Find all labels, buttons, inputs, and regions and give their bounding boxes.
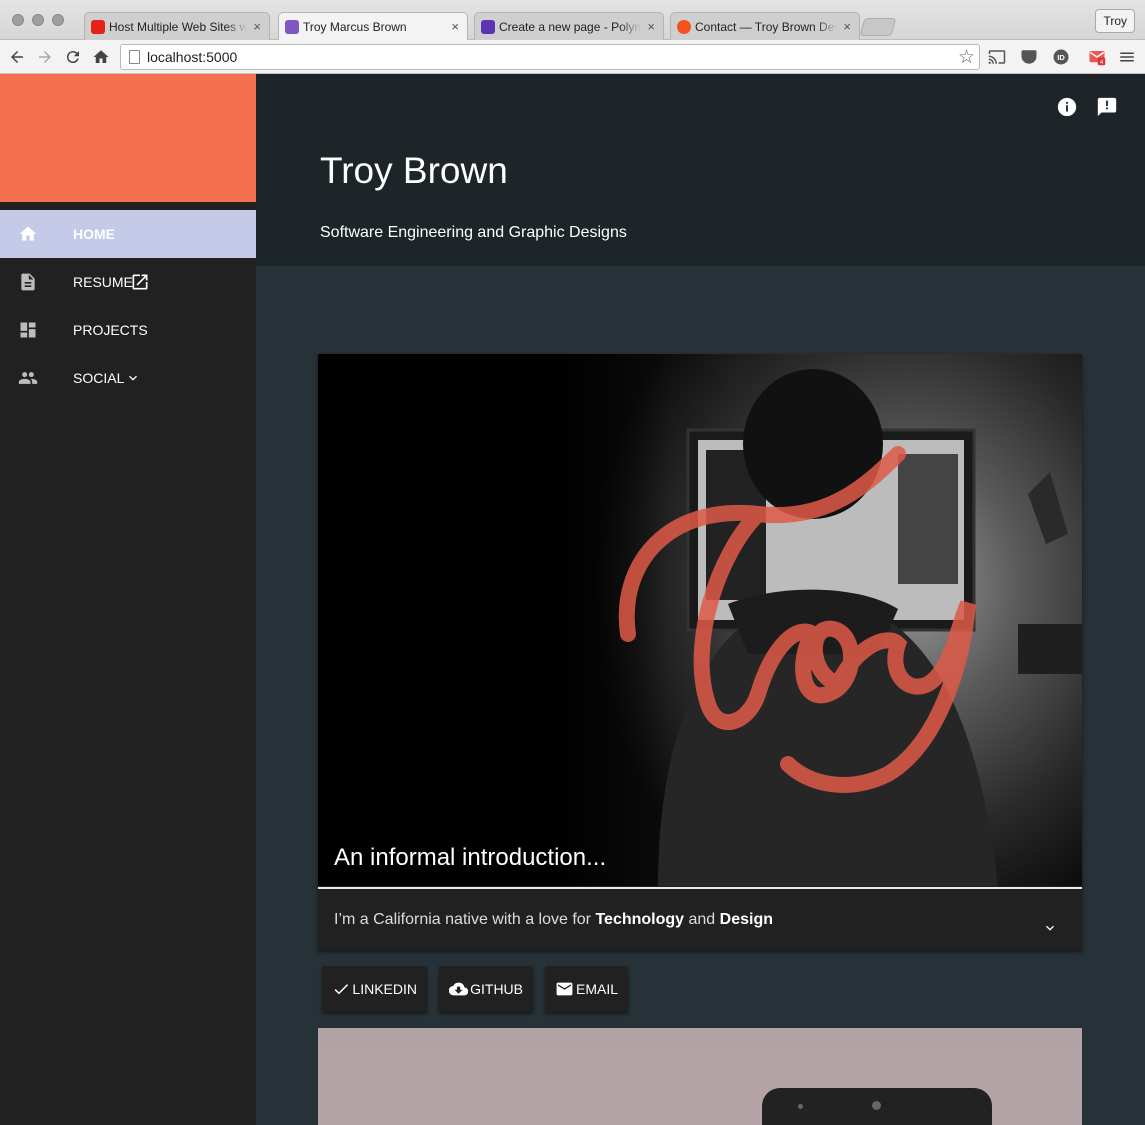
chevron-down-icon <box>129 375 137 381</box>
nav-label: PROJECTS <box>73 322 148 338</box>
profile-button[interactable]: Troy <box>1095 9 1135 33</box>
close-tab-icon[interactable]: × <box>253 19 261 34</box>
polymer-favicon-icon <box>481 19 495 34</box>
button-label: GITHUB <box>470 981 523 997</box>
open-in-new-icon <box>132 274 148 290</box>
drawer-banner <box>0 74 256 202</box>
browser-tab-active[interactable]: Troy Marcus Brown × <box>278 12 468 40</box>
intro-card: An informal introduction... I’m a Califo… <box>318 354 1082 950</box>
page-icon <box>129 50 140 64</box>
navigation-drawer: HOME RESUME PROJECTS SOCIAL <box>0 74 256 1125</box>
divider <box>318 887 1082 889</box>
youtube-favicon-icon <box>91 19 105 34</box>
home-icon <box>19 226 37 241</box>
nav-label: SOCIAL <box>73 370 125 386</box>
tab-title: Host Multiple Web Sites with <box>109 19 248 34</box>
tab-title: Create a new page - Polymer <box>499 19 642 34</box>
browser-tab[interactable]: Create a new page - Polymer × <box>474 12 664 40</box>
expand-more-icon[interactable] <box>1042 920 1058 936</box>
gmail-icon[interactable]: 4 <box>1086 48 1108 66</box>
nav-item-projects[interactable]: PROJECTS <box>0 306 256 354</box>
button-label: LINKEDIN <box>352 981 417 997</box>
nav-item-resume[interactable]: RESUME <box>0 258 256 306</box>
site-favicon-icon <box>677 19 691 34</box>
intro-text-prefix: I’m a California native with a love for <box>334 911 596 928</box>
button-label: EMAIL <box>575 981 618 997</box>
minimize-window-button[interactable] <box>32 14 44 26</box>
menu-icon[interactable] <box>1118 48 1136 66</box>
page: HOME RESUME PROJECTS SOCIAL Troy Brown S… <box>0 74 1145 1125</box>
close-tab-icon[interactable]: × <box>647 19 655 34</box>
url-text: localhost:5000 <box>147 49 238 65</box>
page-title: Troy Brown <box>320 150 508 191</box>
github-button[interactable]: GITHUB <box>439 966 533 1012</box>
bookmark-star-icon[interactable]: ☆ <box>958 46 975 69</box>
reload-icon[interactable] <box>64 48 82 66</box>
description-icon <box>21 273 35 291</box>
address-bar[interactable]: localhost:5000 ☆ <box>120 44 980 70</box>
intro-text: I’m a California native with a love for … <box>334 911 773 929</box>
phone-image <box>762 1088 992 1125</box>
email-button[interactable]: EMAIL <box>545 966 628 1012</box>
close-tab-icon[interactable]: × <box>843 19 851 34</box>
project-card <box>318 1028 1082 1125</box>
back-arrow-icon[interactable] <box>8 48 26 66</box>
email-icon <box>556 982 573 996</box>
feedback-icon[interactable] <box>1096 96 1118 118</box>
tab-title: Contact — Troy Brown Design <box>695 19 838 34</box>
nav-item-social[interactable]: SOCIAL <box>0 354 256 402</box>
browser-toolbar: localhost:5000 ☆ ID 4 <box>0 40 1145 74</box>
browser-tab[interactable]: Host Multiple Web Sites with × <box>84 12 270 40</box>
card-caption: An informal introduction... <box>334 844 607 871</box>
cloud-download-icon <box>449 982 469 996</box>
dashboard-icon <box>20 322 36 338</box>
nav-label: RESUME <box>73 274 133 290</box>
browser-tab[interactable]: Contact — Troy Brown Design × <box>670 12 860 40</box>
check-icon <box>334 984 349 995</box>
new-tab-button[interactable] <box>859 18 897 36</box>
close-tab-icon[interactable]: × <box>451 19 459 34</box>
info-icon[interactable] <box>1056 96 1078 118</box>
intro-photo: An informal introduction... <box>318 354 1082 886</box>
intro-text-middle: and <box>684 911 720 928</box>
troy-lettering-logo <box>618 446 976 793</box>
intro-text-technology: Technology <box>595 911 685 928</box>
people-icon <box>18 372 38 384</box>
intro-text-design: Design <box>719 911 773 928</box>
tab-title: Troy Marcus Brown <box>303 19 407 34</box>
zoom-window-button[interactable] <box>52 14 64 26</box>
browser-tab-bar: Host Multiple Web Sites with × Troy Marc… <box>0 0 1145 40</box>
app-header: Troy Brown Software Engineering and Grap… <box>256 74 1145 266</box>
close-window-button[interactable] <box>12 14 24 26</box>
svg-text:ID: ID <box>1057 53 1065 62</box>
nav-item-home[interactable]: HOME <box>0 210 256 258</box>
extension-id-icon[interactable]: ID <box>1052 48 1070 66</box>
forward-arrow-icon[interactable] <box>36 48 54 66</box>
polymer-favicon-icon <box>285 19 299 34</box>
nav-label: HOME <box>73 226 115 242</box>
page-subtitle: Software Engineering and Graphic Designs <box>320 224 627 241</box>
cast-icon[interactable] <box>988 48 1006 66</box>
pocket-icon[interactable] <box>1020 48 1038 66</box>
linkedin-button[interactable]: LINKEDIN <box>322 966 427 1012</box>
home-icon[interactable] <box>92 48 110 66</box>
